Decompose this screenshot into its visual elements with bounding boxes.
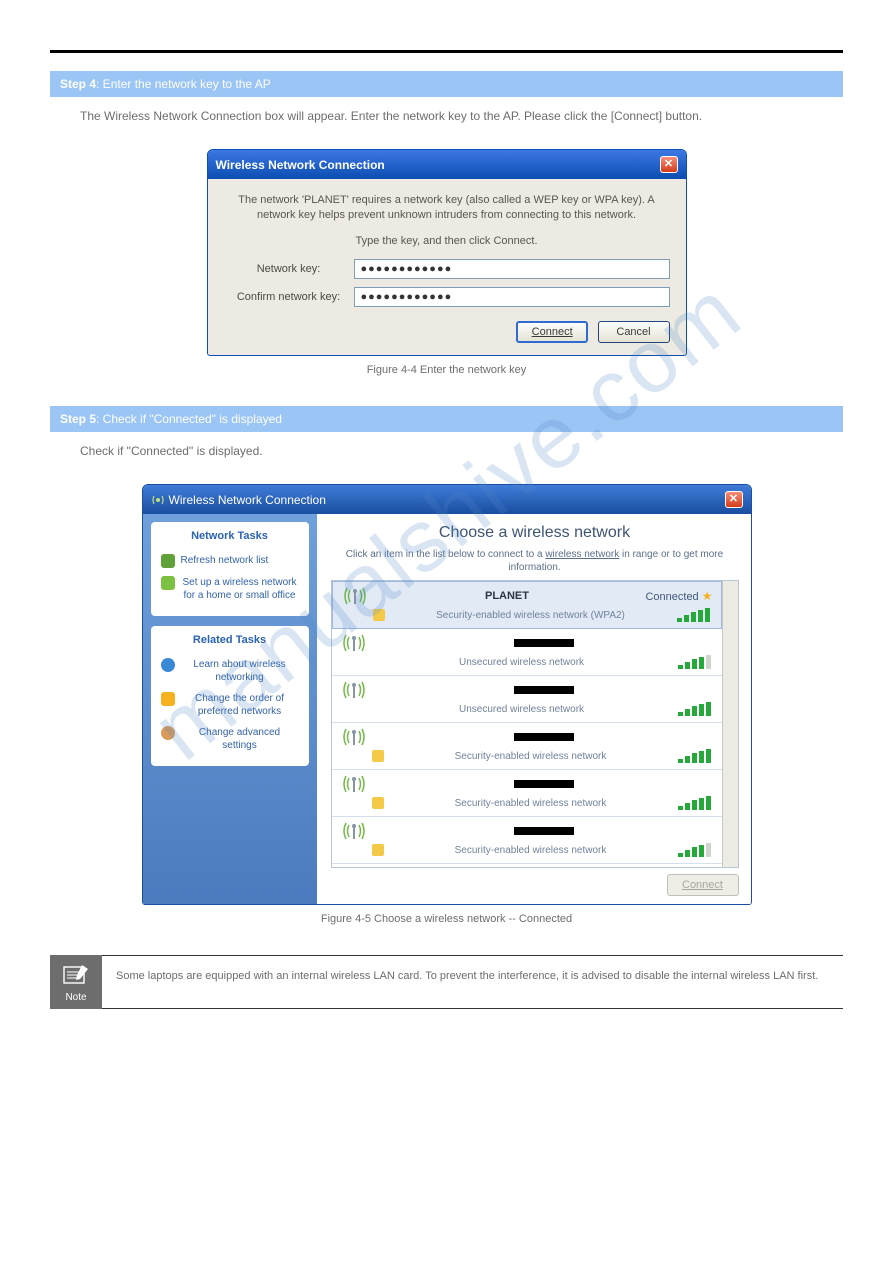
network-row[interactable]: Security-enabled wireless network (332, 770, 722, 817)
sidebar-item-setup[interactable]: Set up a wireless network for a home or … (161, 572, 299, 606)
top-rule (50, 50, 843, 53)
dialog1-intro2: Type the key, and then click Connect. (224, 234, 670, 249)
note-label: Note (50, 992, 102, 1003)
sidebar: Network Tasks Refresh network list Set u… (143, 514, 317, 904)
sidebar-item-order[interactable]: Change the order of preferred networks (161, 688, 299, 722)
dialog1-title: Wireless Network Connection (216, 158, 385, 172)
sidebar-item-advanced[interactable]: Change advanced settings (161, 722, 299, 756)
ssid-label: PLANET (375, 590, 640, 602)
step4-body: The Wireless Network Connection box will… (50, 97, 843, 135)
strength-bars-icon (678, 843, 714, 857)
network-row[interactable]: Unsecured wireless network (332, 676, 722, 723)
setup-label: Set up a wireless network for a home or … (181, 576, 299, 602)
ssid-label (374, 684, 714, 696)
sidebar-item-learn[interactable]: Learn about wireless networking (161, 654, 299, 688)
dialog1-titlebar[interactable]: Wireless Network Connection ✕ (208, 150, 686, 179)
security-label: Unsecured wireless network (372, 704, 672, 715)
security-label: Security-enabled wireless network (WPA2) (391, 610, 671, 621)
signal-icon (340, 821, 368, 841)
signal-icon (340, 633, 368, 653)
notepad-icon (62, 963, 90, 987)
strength-bars-icon (678, 796, 714, 810)
choose-network-hint: Click an item in the list below to conne… (331, 548, 739, 574)
strength-bars-icon (677, 608, 713, 622)
security-label: Security-enabled wireless network (390, 798, 672, 809)
security-label: Unsecured wireless network (372, 657, 672, 668)
label-confirm-key: Confirm network key: (224, 291, 354, 303)
strength-bars-icon (678, 655, 714, 669)
step5-label: Step 5 (60, 412, 96, 426)
close-icon[interactable]: ✕ (725, 491, 743, 508)
network-row[interactable]: Unsecured wireless network (332, 629, 722, 676)
lock-icon (372, 844, 384, 856)
dialog2-title: Wireless Network Connection (169, 493, 326, 507)
dialog2-titlebar[interactable]: Wireless Network Connection ✕ (143, 485, 751, 514)
step4-label: Step 4 (60, 77, 96, 91)
ssid-label (374, 731, 714, 743)
figure-4-4: Wireless Network Connection ✕ The networ… (50, 149, 843, 376)
star-icon (161, 692, 175, 706)
ssid-label (374, 637, 714, 649)
related-tasks-title: Related Tasks (161, 634, 299, 646)
advanced-label: Change advanced settings (181, 726, 299, 752)
wizard-icon (161, 576, 175, 590)
connect-button-2[interactable]: Connect (667, 874, 739, 896)
star-icon: ★ (702, 589, 713, 603)
note-icon: Note (50, 955, 102, 1009)
confirm-key-input[interactable]: ●●●●●●●●●●●● (354, 287, 670, 307)
cancel-button[interactable]: Cancel (598, 321, 670, 343)
figure-4-5-caption: Figure 4-5 Choose a wireless network -- … (50, 913, 843, 925)
figure-4-4-caption: Figure 4-4 Enter the network key (50, 364, 843, 376)
network-row[interactable]: Security-enabled wireless network (332, 723, 722, 770)
dialog-network-key: Wireless Network Connection ✕ The networ… (207, 149, 687, 356)
ssid-label (374, 825, 714, 837)
panel-related-tasks: Related Tasks Learn about wireless netwo… (151, 626, 309, 766)
strength-bars-icon (678, 702, 714, 716)
network-tasks-title: Network Tasks (161, 530, 299, 542)
label-network-key: Network key: (224, 263, 354, 275)
lock-icon (372, 797, 384, 809)
signal-icon (340, 727, 368, 747)
ssid-label (374, 778, 714, 790)
step5-title-rest: : Check if "Connected" is displayed (96, 412, 282, 426)
antenna-icon (151, 493, 165, 507)
step5-header: Step 5: Check if "Connected" is displaye… (50, 406, 843, 432)
security-label: Security-enabled wireless network (390, 751, 672, 762)
close-icon[interactable]: ✕ (660, 156, 678, 173)
lock-icon (372, 750, 384, 762)
learn-label: Learn about wireless networking (181, 658, 299, 684)
step4-title-rest: : Enter the network key to the AP (96, 77, 271, 91)
signal-icon (340, 680, 368, 700)
network-key-input[interactable]: ●●●●●●●●●●●● (354, 259, 670, 279)
strength-bars-icon (678, 749, 714, 763)
security-label: Security-enabled wireless network (390, 845, 672, 856)
connect-button[interactable]: Connect (516, 321, 588, 343)
network-row[interactable]: PLANET Connected ★ Security-enabled wirele… (332, 581, 722, 629)
note-block: Note Some laptops are equipped with an i… (50, 955, 843, 1009)
step5-body: Check if "Connected" is displayed. (50, 432, 843, 470)
step4-block: Step 4: Enter the network key to the AP … (50, 71, 843, 135)
signal-icon (340, 774, 368, 794)
panel-network-tasks: Network Tasks Refresh network list Set u… (151, 522, 309, 616)
step4-header: Step 4: Enter the network key to the AP (50, 71, 843, 97)
dialog-choose-network: Wireless Network Connection ✕ Network Ta… (142, 484, 752, 905)
choose-network-heading: Choose a wireless network (331, 524, 739, 542)
refresh-icon (161, 554, 175, 568)
refresh-label: Refresh network list (181, 554, 269, 568)
order-label: Change the order of preferred networks (181, 692, 299, 718)
note-text: Some laptops are equipped with an intern… (102, 955, 843, 1009)
gear-icon (161, 726, 175, 740)
scrollbar[interactable] (722, 581, 738, 867)
sidebar-item-refresh[interactable]: Refresh network list (161, 550, 299, 572)
dialog1-intro1: The network 'PLANET' requires a network … (224, 193, 670, 224)
network-list[interactable]: PLANET Connected ★ Security-enabled wirele… (331, 580, 739, 868)
step5-block: Step 5: Check if "Connected" is displaye… (50, 406, 843, 470)
figure-4-5: Wireless Network Connection ✕ Network Ta… (50, 484, 843, 925)
dialog2-main: Choose a wireless network Click an item … (317, 514, 751, 904)
network-row[interactable]: Security-enabled wireless network (332, 817, 722, 864)
connected-status: Connected ★ (645, 589, 712, 603)
lock-icon (373, 609, 385, 621)
signal-icon (341, 586, 369, 606)
info-icon (161, 658, 175, 672)
